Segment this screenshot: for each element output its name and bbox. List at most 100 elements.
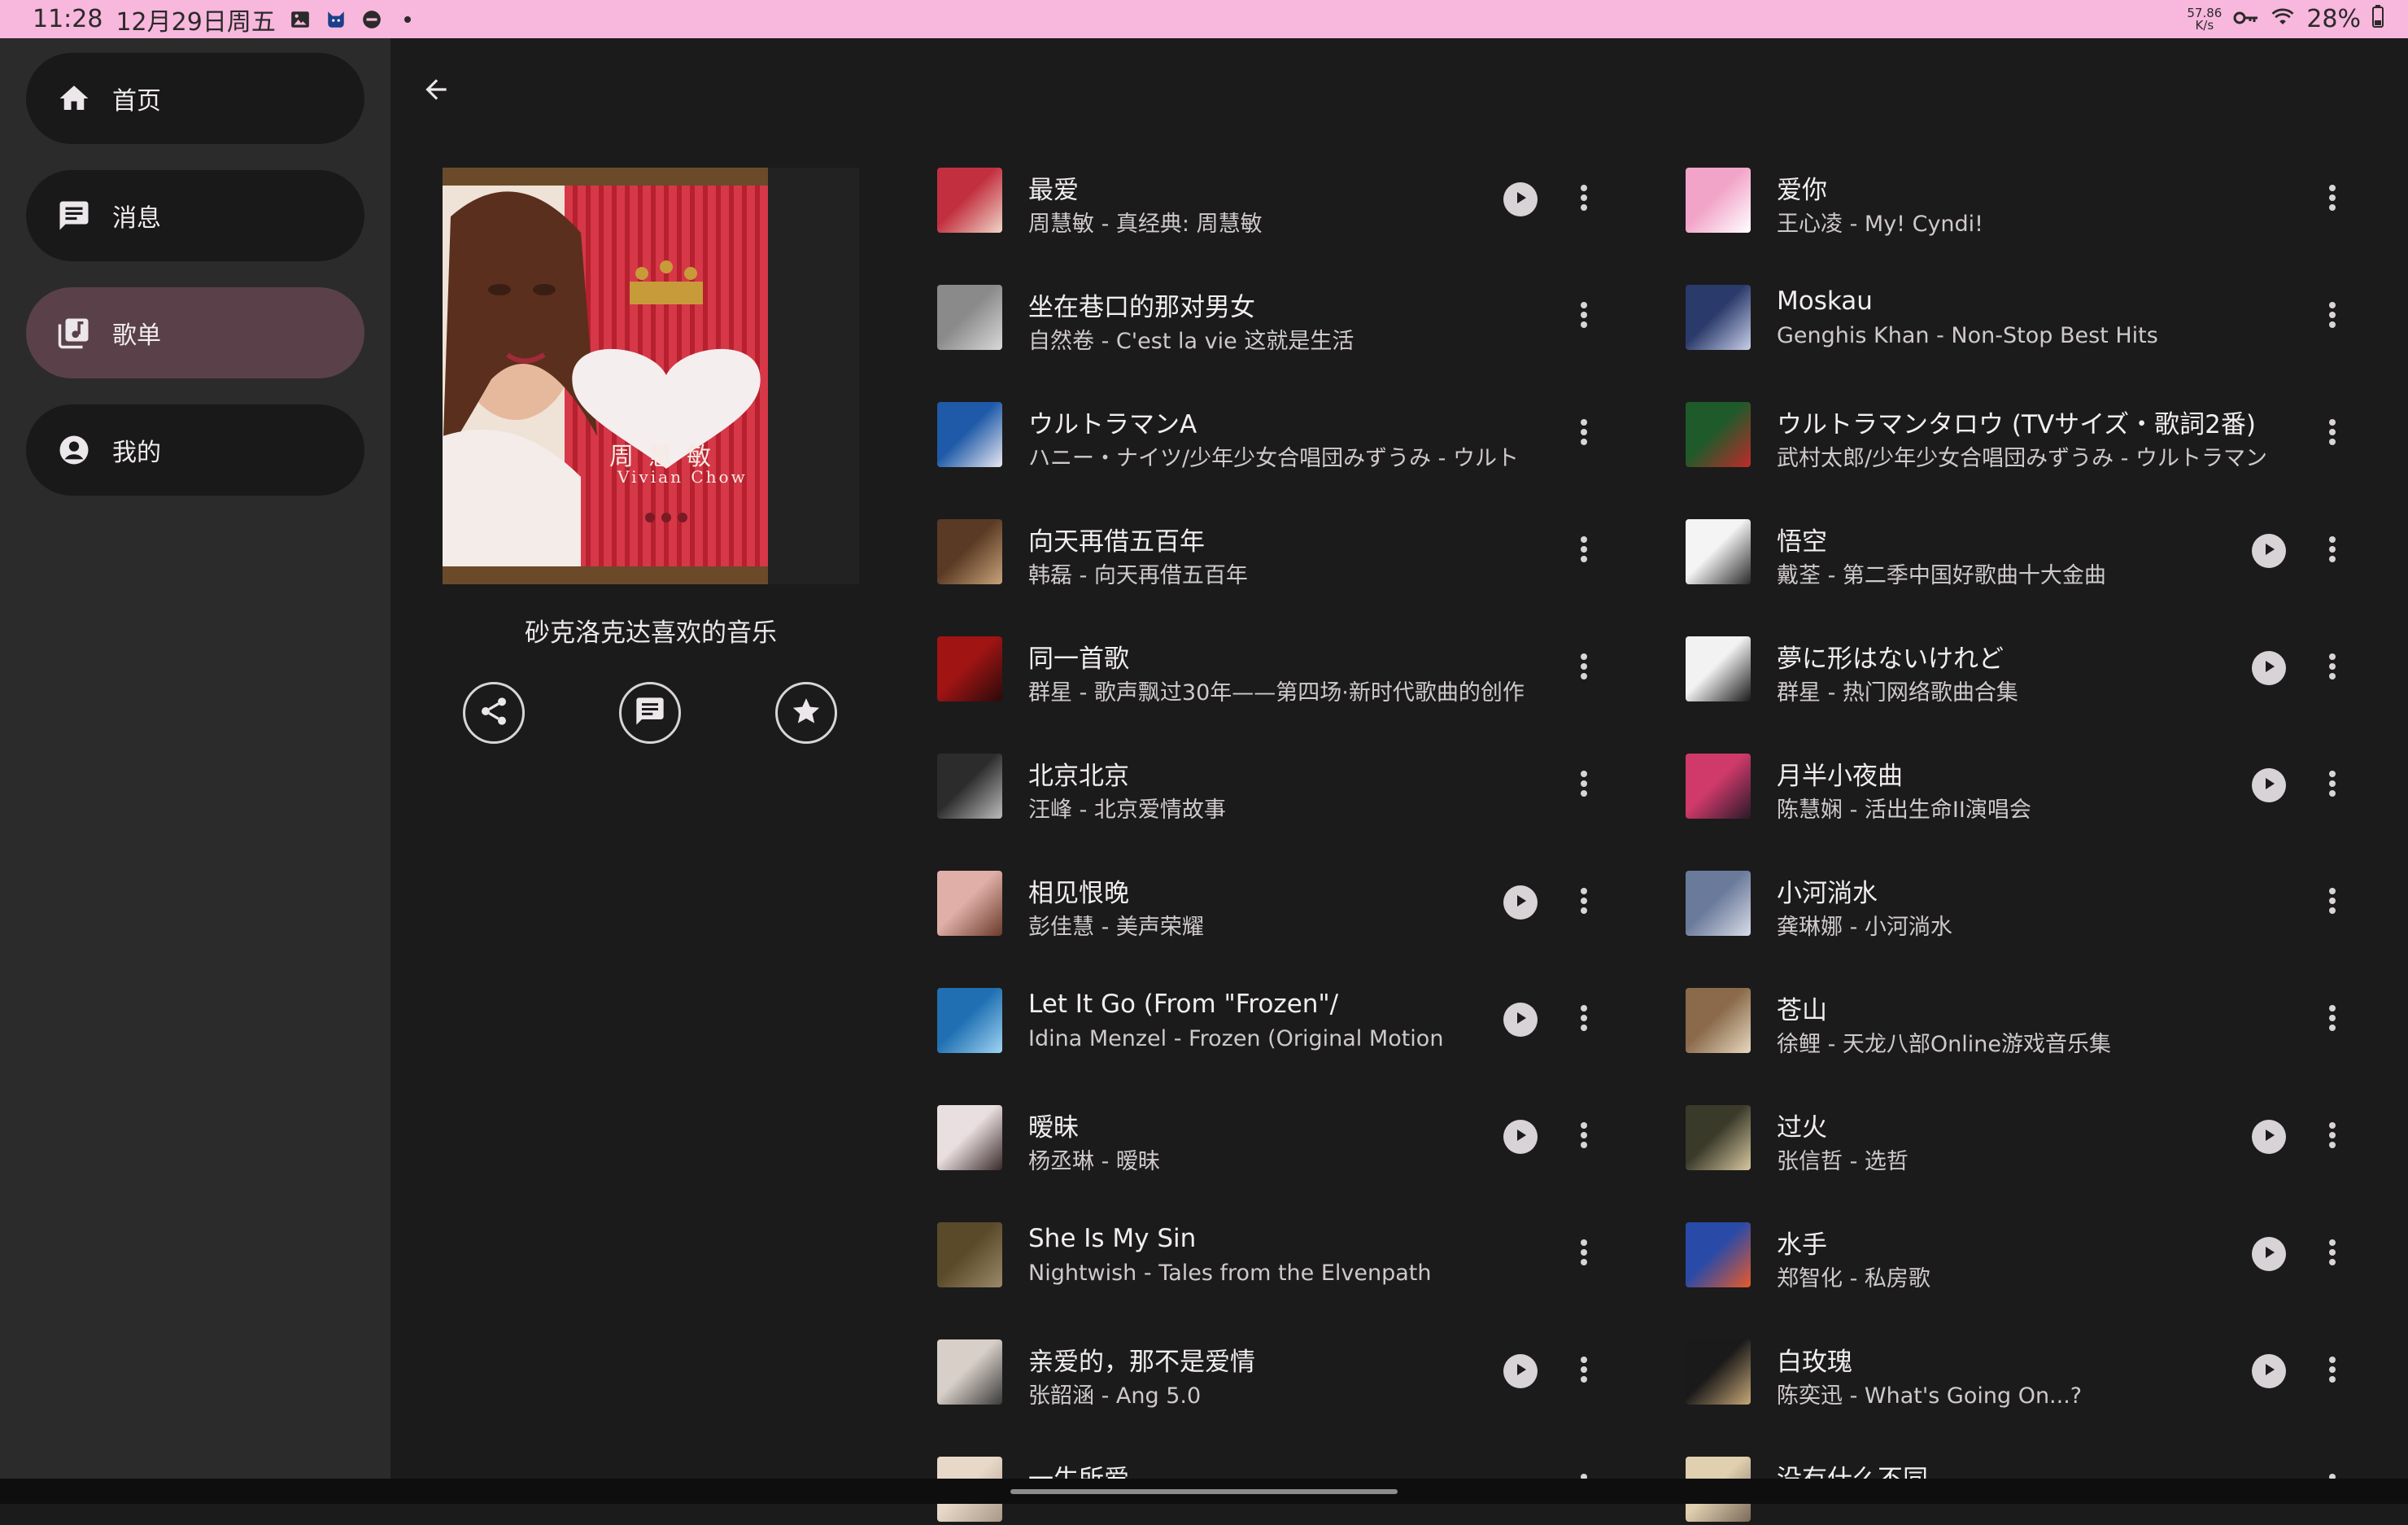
favorite-button[interactable] (775, 682, 837, 744)
more-options-button[interactable] (2314, 1001, 2351, 1038)
more-vert-icon (2328, 886, 2336, 919)
song-row[interactable]: 亲爱的，那不是爱情 张韶涵 - Ang 5.0 (937, 1317, 1653, 1409)
album-art-thumbnail (937, 285, 1002, 350)
home-gesture-handle[interactable] (1010, 1489, 1398, 1494)
song-row[interactable]: 爱你 王心凌 - My! Cyndi! (1686, 145, 2401, 237)
song-row[interactable]: 最爱 周慧敏 - 真经典: 周慧敏 (937, 145, 1653, 237)
network-speed: 57.86 K/s (2187, 7, 2222, 32)
song-title: 过火 (1777, 1113, 1827, 1143)
more-options-button[interactable] (2314, 1118, 2351, 1156)
play-button[interactable] (1503, 1120, 1538, 1154)
song-artist-album: 群星 - 热门网络歌曲合集 (1777, 680, 2018, 706)
song-row[interactable]: She Is My Sin Nightwish - Tales from the … (937, 1199, 1653, 1291)
play-button[interactable] (1503, 182, 1538, 216)
play-button[interactable] (2252, 768, 2286, 802)
play-button[interactable] (1503, 1003, 1538, 1037)
more-options-button[interactable] (2314, 298, 2351, 335)
more-options-button[interactable] (1565, 181, 1603, 218)
song-row[interactable]: ウルトラマンA ハニー・ナイツ/少年少女合唱団みずうみ - ウルト (937, 379, 1653, 471)
play-icon (2261, 1361, 2277, 1381)
more-options-button[interactable] (2314, 767, 2351, 804)
song-row[interactable]: 坐在巷口的那对男女 自然卷 - C'est la vie 这就是生活 (937, 262, 1653, 354)
album-art-thumbnail (937, 988, 1002, 1053)
play-button[interactable] (1503, 1354, 1538, 1388)
more-options-button[interactable] (1565, 532, 1603, 570)
cover-artist-name-en: Vivian Chow (617, 467, 748, 487)
more-options-button[interactable] (2314, 884, 2351, 921)
more-options-button[interactable] (2314, 1235, 2351, 1273)
song-row[interactable]: Let It Go (From "Frozen"/ Idina Menzel - … (937, 965, 1653, 1056)
play-button[interactable] (2252, 1120, 2286, 1154)
more-options-button[interactable] (1565, 415, 1603, 452)
song-title: 最爱 (1028, 176, 1079, 205)
more-options-button[interactable] (2314, 532, 2351, 570)
song-row[interactable]: 白玫瑰 陈奕迅 - What's Going On...? (1686, 1317, 2401, 1409)
play-button[interactable] (1503, 885, 1538, 920)
play-icon (2261, 658, 2277, 678)
more-options-button[interactable] (2314, 181, 2351, 218)
more-vert-icon (2328, 535, 2336, 567)
play-button[interactable] (2252, 651, 2286, 685)
song-row[interactable]: 夢に形はないけれど 群星 - 热门网络歌曲合集 (1686, 614, 2401, 706)
more-options-button[interactable] (1565, 1118, 1603, 1156)
nav-item-playlists[interactable]: 歌单 (26, 287, 364, 378)
song-row[interactable]: 同一首歌 群星 - 歌声飘过30年——第四场·新时代歌曲的创作 (937, 614, 1653, 706)
more-vert-icon (2328, 183, 2336, 216)
comments-button[interactable] (619, 682, 681, 744)
song-row[interactable]: 月半小夜曲 陈慧娴 - 活出生命II演唱会 (1686, 731, 2401, 823)
play-button[interactable] (2252, 1354, 2286, 1388)
song-row[interactable]: 暧昧 杨丞琳 - 暧昧 (937, 1082, 1653, 1174)
more-options-button[interactable] (2314, 649, 2351, 687)
more-options-button[interactable] (1565, 649, 1603, 687)
song-row[interactable]: 向天再借五百年 韩磊 - 向天再借五百年 (937, 496, 1653, 588)
play-icon (1512, 1127, 1529, 1147)
album-art-thumbnail (1686, 754, 1751, 819)
song-artist-album: 群星 - 歌声飘过30年——第四场·新时代歌曲的创作 (1028, 680, 1525, 706)
nav-item-profile[interactable]: 我的 (26, 404, 364, 496)
nav-item-home[interactable]: 首页 (26, 53, 364, 144)
song-title: 悟空 (1777, 527, 1827, 557)
more-vert-icon (1580, 300, 1588, 333)
song-row[interactable]: 北京北京 汪峰 - 北京爱情故事 (937, 731, 1653, 823)
play-icon (2261, 776, 2277, 795)
play-button[interactable] (2252, 1237, 2286, 1271)
song-row[interactable]: 苍山 徐鲤 - 天龙八部Online游戏音乐集 (1686, 965, 2401, 1057)
nav-item-messages[interactable]: 消息 (26, 170, 364, 261)
play-button[interactable] (2252, 534, 2286, 568)
song-title: 暧昧 (1028, 1113, 1079, 1143)
more-vert-icon (2328, 417, 2336, 450)
more-options-button[interactable] (1565, 1352, 1603, 1390)
album-art-thumbnail (1686, 871, 1751, 936)
more-options-button[interactable] (1565, 1001, 1603, 1038)
album-art-thumbnail (937, 871, 1002, 936)
song-row[interactable]: 过火 张信哲 - 选哲 (1686, 1082, 2401, 1174)
album-art-thumbnail (1686, 1222, 1751, 1287)
song-row[interactable]: 相见恨晚 彭佳慧 - 美声荣耀 (937, 848, 1653, 940)
album-art-thumbnail (937, 1105, 1002, 1170)
song-row[interactable]: 水手 郑智化 - 私房歌 (1686, 1199, 2401, 1291)
song-row[interactable]: 悟空 戴荃 - 第二季中国好歌曲十大金曲 (1686, 496, 2401, 588)
more-vert-icon (2328, 652, 2336, 684)
song-row[interactable]: Moskau Genghis Khan - Non-Stop Best Hits (1686, 262, 2401, 353)
song-artist-album: 徐鲤 - 天龙八部Online游戏音乐集 (1777, 1032, 2111, 1057)
playlist-cover: 周 慧 敏 Vivian Chow (443, 168, 859, 584)
play-icon (2261, 1244, 2277, 1264)
share-button[interactable] (463, 682, 525, 744)
song-title: ウルトラマンA (1028, 410, 1197, 439)
more-options-button[interactable] (1565, 1235, 1603, 1273)
song-row[interactable]: 小河淌水 龚琳娜 - 小河淌水 (1686, 848, 2401, 940)
play-icon (2261, 541, 2277, 561)
song-title: ウルトラマンタロウ (TVサイズ・歌詞2番) (1777, 410, 2256, 439)
back-button[interactable] (417, 72, 456, 111)
song-artist-album: ハニー・ナイツ/少年少女合唱団みずうみ - ウルト (1028, 446, 1520, 471)
more-options-button[interactable] (1565, 298, 1603, 335)
more-options-button[interactable] (2314, 415, 2351, 452)
album-art-thumbnail (937, 1222, 1002, 1287)
more-options-button[interactable] (1565, 884, 1603, 921)
more-options-button[interactable] (2314, 1352, 2351, 1390)
song-artist-album: Nightwish - Tales from the Elvenpath (1028, 1261, 1432, 1286)
song-row[interactable]: ウルトラマンタロウ (TVサイズ・歌詞2番) 武村太郎/少年少女合唱団みずうみ -… (1686, 379, 2401, 471)
song-artist-album: 陈慧娴 - 活出生命II演唱会 (1777, 797, 2031, 823)
more-options-button[interactable] (1565, 767, 1603, 804)
song-title: 爱你 (1777, 176, 1827, 205)
